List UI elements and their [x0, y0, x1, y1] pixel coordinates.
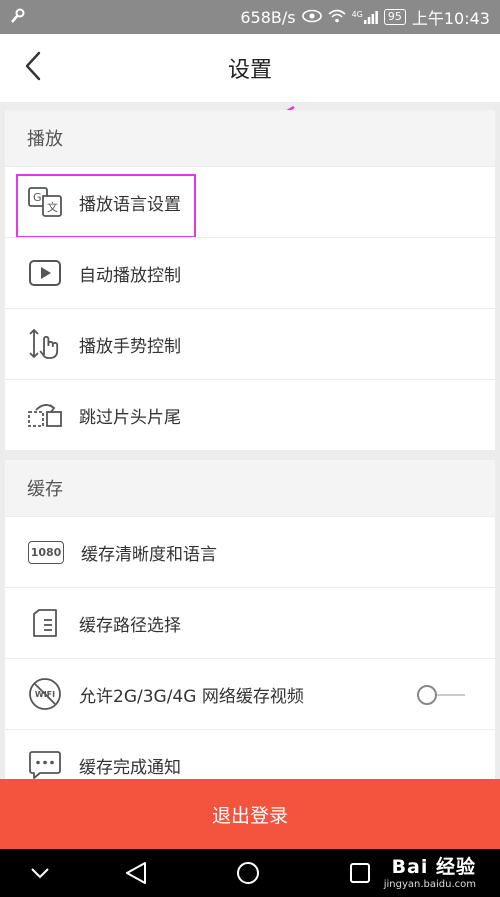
setting-label: 缓存路径选择	[79, 615, 181, 636]
status-left	[10, 8, 26, 27]
page-title: 设置	[227, 58, 272, 83]
baidu-jingyan-watermark: Bai 经验 jingyan.baidu.com	[384, 852, 476, 890]
section-playback: 播放 G 文 播放语言设置 自动播放控制 播放手势控制 跳过片头片尾	[5, 110, 495, 450]
battery-icon: 95	[383, 9, 406, 25]
setting-label: 播放手势控制	[79, 336, 181, 357]
setting-item-cache-path[interactable]: 缓存路径选择	[5, 587, 495, 658]
no-wifi-text: WIFI	[34, 689, 56, 699]
nav-back-icon[interactable]	[124, 861, 148, 885]
nav-home-icon[interactable]	[236, 861, 260, 885]
message-icon	[27, 747, 63, 783]
setting-label: 允许2G/3G/4G 网络缓存视频	[79, 686, 304, 707]
signal-badge: 4G	[351, 9, 363, 19]
logout-button[interactable]: 退出登录	[0, 779, 500, 849]
system-nav-bar: Bai 经验 jingyan.baidu.com	[0, 849, 500, 897]
wifi-icon	[328, 9, 346, 26]
setting-item-playback-language[interactable]: G 文 播放语言设置	[5, 166, 495, 238]
skip-icon	[27, 397, 63, 433]
hd-1080-icon: 1080	[27, 534, 65, 570]
nav-recents-icon[interactable]	[348, 861, 372, 885]
logout-label: 退出登录	[211, 804, 288, 827]
section-title-playback: 播放	[5, 110, 495, 166]
section-title-cache: 缓存	[5, 460, 495, 516]
wrench-icon	[10, 8, 26, 27]
watermark-logo: Bai 经验	[391, 856, 476, 878]
status-bar: 658B/s 4G 95 上午10:43	[0, 0, 500, 34]
settings-content: 播放 G 文 播放语言设置 自动播放控制 播放手势控制 跳过片头片尾 缓存 10…	[5, 110, 495, 810]
setting-item-cache-quality[interactable]: 1080 缓存清晰度和语言	[5, 516, 495, 587]
gesture-icon	[27, 326, 63, 362]
annotation-highlight-box	[16, 174, 196, 238]
watermark-url: jingyan.baidu.com	[383, 879, 476, 890]
section-cache: 缓存 1080 缓存清晰度和语言 缓存路径选择 WIFI 允许2G/3G/4G …	[5, 460, 495, 800]
sd-card-icon	[27, 605, 63, 641]
setting-item-gesture[interactable]: 播放手势控制	[5, 308, 495, 379]
chevron-left-icon	[24, 51, 42, 85]
setting-item-autoplay[interactable]: 自动播放控制	[5, 237, 495, 308]
setting-label: 缓存完成通知	[79, 757, 181, 778]
setting-label: 自动播放控制	[79, 265, 181, 286]
app-header: 设置	[0, 34, 500, 102]
net-speed: 658B/s	[240, 7, 296, 27]
chevron-down-icon[interactable]	[28, 861, 52, 885]
battery-level: 95	[387, 10, 402, 23]
eye-icon	[301, 9, 322, 26]
signal-icon: 4G	[351, 9, 378, 24]
setting-item-skip-intro[interactable]: 跳过片头片尾	[5, 379, 495, 450]
setting-item-mobile-network-cache[interactable]: WIFI 允许2G/3G/4G 网络缓存视频	[5, 658, 495, 729]
clock: 上午10:43	[411, 9, 490, 28]
mobile-cache-toggle[interactable]	[415, 684, 467, 706]
setting-label: 缓存清晰度和语言	[81, 544, 217, 565]
back-button[interactable]	[18, 51, 48, 85]
setting-label: 跳过片头片尾	[79, 407, 181, 428]
hd-1080-text: 1080	[27, 540, 65, 564]
no-wifi-icon: WIFI	[27, 676, 63, 712]
status-right: 658B/s 4G 95 上午10:43	[240, 5, 490, 29]
play-icon	[27, 255, 63, 291]
